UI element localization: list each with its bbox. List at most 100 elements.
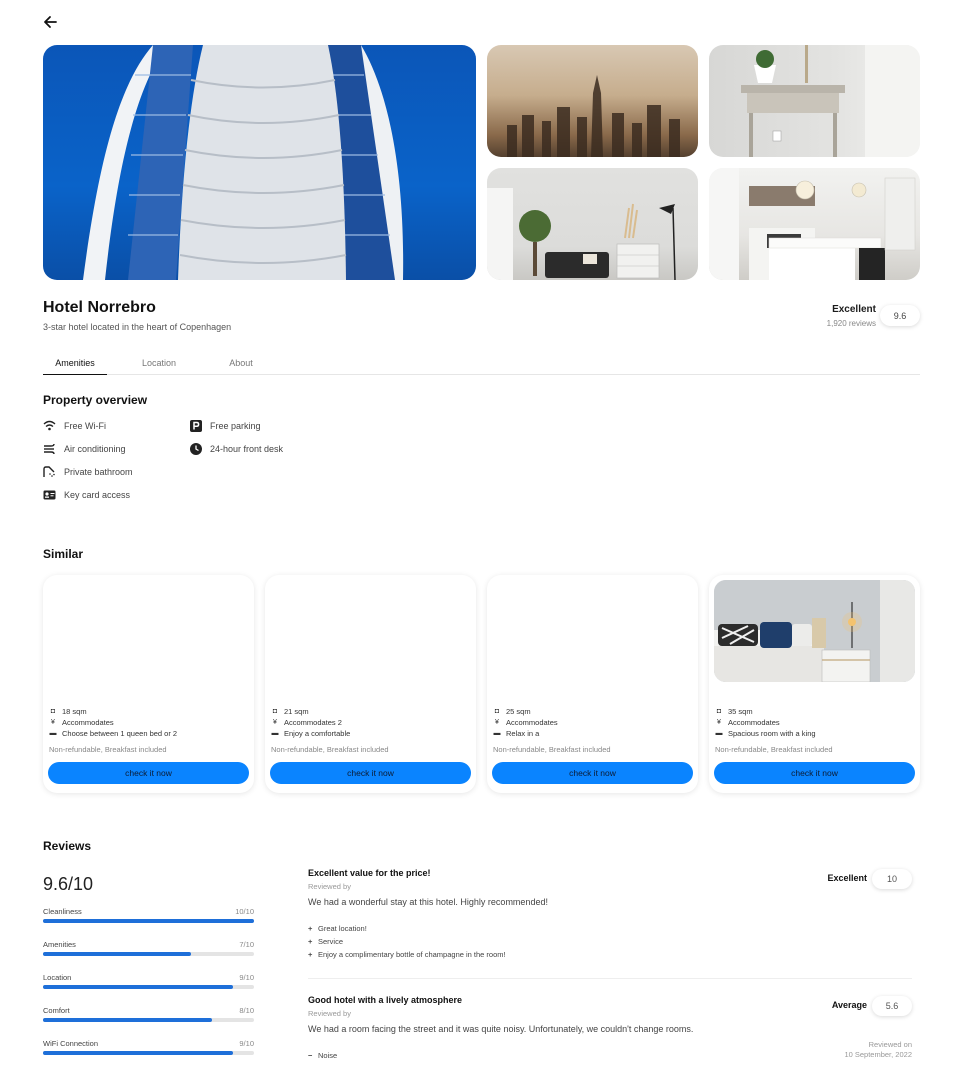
room-bed-label: Choose between 1 queen bed or 2 <box>62 729 178 738</box>
category-label: Amenities <box>43 940 76 949</box>
review-pro: + Enjoy a complimentary bottle of champag… <box>308 950 506 959</box>
clock-icon <box>189 442 202 455</box>
review-divider <box>308 978 912 979</box>
review-text: We had a wonderful stay at this hotel. H… <box>308 897 548 907</box>
room-bed: ▬ Relax in a <box>493 729 540 738</box>
rating-label: Excellent <box>832 304 876 315</box>
category-bar <box>43 919 254 923</box>
amenity-free-parking: Free parking <box>189 419 261 432</box>
gallery-main-photo[interactable] <box>43 45 476 280</box>
review-date-value: 10 September, 2022 <box>844 1050 912 1059</box>
room-guests: ¥ Accommodates <box>715 718 780 727</box>
tab-amenities[interactable]: Amenities <box>43 354 107 375</box>
review-con: − Noise <box>308 1051 338 1060</box>
category-bar <box>43 1051 254 1055</box>
back-button[interactable] <box>40 12 60 32</box>
review-date-label: Reviewed on <box>868 1040 912 1049</box>
category-amenities: Amenities 7/10 <box>43 940 254 956</box>
category-value: 9/10 <box>239 973 254 982</box>
similar-card: ◘ 21 sqm ¥ Accommodates 2 ▬ Enjoy a comfort… <box>265 575 476 793</box>
category-bar-fill <box>43 1051 233 1055</box>
property-overview-title: Property overview <box>43 393 148 407</box>
gallery-photo-living-room[interactable] <box>487 168 698 280</box>
ruler-icon: ◘ <box>50 708 56 715</box>
room-bed: ▬ Choose between 1 queen bed or 2 <box>49 729 178 738</box>
room-policy: Non-refundable, Breakfast included <box>271 745 389 754</box>
review-title: Excellent value for the price! <box>308 868 431 878</box>
room-guests-label: Accommodates 2 <box>284 718 342 727</box>
category-bar-fill <box>43 1018 212 1022</box>
review-score-badge: 5.6 <box>872 996 912 1016</box>
reviews-title: Reviews <box>43 839 92 853</box>
room-policy: Non-refundable, Breakfast included <box>49 745 167 754</box>
check-it-now-button[interactable]: check it now <box>270 762 471 784</box>
ruler-icon: ◘ <box>716 708 722 715</box>
category-label: Location <box>43 973 72 982</box>
gallery-photo-city[interactable] <box>487 45 698 157</box>
key-card-icon <box>43 488 56 501</box>
review-author: Reviewed by <box>308 882 351 891</box>
category-bar <box>43 985 254 989</box>
bed-icon: ▬ <box>49 730 57 737</box>
shower-icon <box>43 465 56 478</box>
review-rating-label: Average <box>831 1000 867 1010</box>
room-bed-label: Relax in a <box>506 729 540 738</box>
gallery-photo-console[interactable] <box>709 45 920 157</box>
room-photo-bedroom[interactable] <box>714 580 915 682</box>
category-value: 10/10 <box>235 907 254 916</box>
room-size-label: 25 sqm <box>506 707 531 716</box>
hotel-name: Hotel Norrebro <box>43 299 156 316</box>
room-photo <box>48 580 249 682</box>
review-pro: + Service <box>308 937 344 946</box>
room-guests-label: Accommodates <box>506 718 558 727</box>
amenity-private-bathroom: Private bathroom <box>43 465 133 478</box>
guests-icon: ¥ <box>273 719 277 726</box>
bed-icon: ▬ <box>271 730 279 737</box>
category-cleanliness: Cleanliness 10/10 <box>43 907 254 923</box>
amenity-wifi: Free Wi-Fi <box>43 419 106 432</box>
gallery-photo-kitchen[interactable] <box>709 168 920 280</box>
room-size-label: 35 sqm <box>728 707 753 716</box>
amenity-label: Free Wi-Fi <box>64 420 106 431</box>
similar-card: ◘ 18 sqm ¥ Accommodates ▬ Choose between 1 … <box>43 575 254 793</box>
check-it-now-button[interactable]: check it now <box>492 762 693 784</box>
amenity-key-card: Key card access <box>43 488 130 501</box>
check-it-now-button[interactable]: check it now <box>48 762 249 784</box>
category-bar-fill <box>43 919 254 923</box>
similar-card: ◘ 35 sqm ¥ Accommodates ▬ Spacious room wit… <box>709 575 920 793</box>
tab-about[interactable]: About <box>211 354 271 375</box>
similar-title: Similar <box>43 547 84 561</box>
amenity-label: Free parking <box>210 420 261 431</box>
check-it-now-button[interactable]: check it now <box>714 762 915 784</box>
reviews-count: 1,920 reviews <box>826 319 876 328</box>
category-location: Location 9/10 <box>43 973 254 989</box>
review-date: Reviewed on 10 September, 2022 <box>844 1040 912 1060</box>
arrow-left-icon <box>44 16 57 28</box>
amenity-front-desk: 24-hour front desk <box>189 442 283 455</box>
bed-icon: ▬ <box>493 730 501 737</box>
room-guests: ¥ Accommodates 2 <box>271 718 342 727</box>
ruler-icon: ◘ <box>272 708 278 715</box>
air-conditioning-icon <box>43 442 56 455</box>
room-bed-label: Enjoy a comfortable <box>284 729 351 738</box>
category-comfort: Comfort 8/10 <box>43 1006 254 1022</box>
review-rating-label: Excellent <box>827 873 867 883</box>
amenity-label: Air conditioning <box>64 443 126 454</box>
tab-bar: Amenities Location About <box>43 354 920 375</box>
category-label: WiFi Connection <box>43 1039 99 1048</box>
overall-score: 9.6/10 <box>43 874 94 894</box>
tab-location[interactable]: Location <box>129 354 189 375</box>
room-size-label: 21 sqm <box>284 707 309 716</box>
category-bar <box>43 952 254 956</box>
room-bed-label: Spacious room with a king <box>728 729 816 738</box>
amenity-air-conditioning: Air conditioning <box>43 442 126 455</box>
review-score-badge: 10 <box>872 869 912 889</box>
room-size-label: 18 sqm <box>62 707 87 716</box>
category-bar-fill <box>43 985 233 989</box>
amenity-label: Private bathroom <box>64 466 133 477</box>
guests-icon: ¥ <box>495 719 499 726</box>
category-label: Comfort <box>43 1006 70 1015</box>
room-guests: ¥ Accommodates <box>493 718 558 727</box>
room-size: ◘ 35 sqm <box>715 707 753 716</box>
category-value: 7/10 <box>239 940 254 949</box>
